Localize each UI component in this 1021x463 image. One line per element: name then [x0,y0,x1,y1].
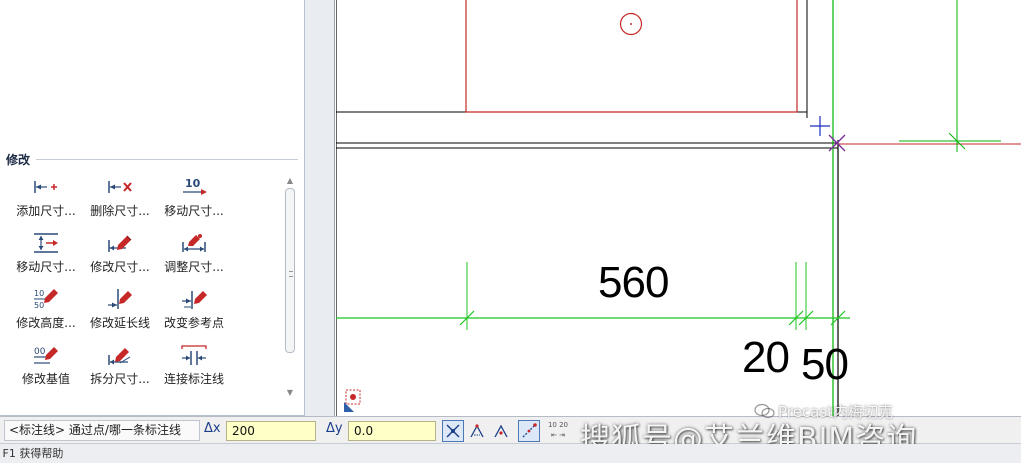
direction-arrows-icon [446,424,460,438]
modify-height-button[interactable]: 10 50 修改高度... [8,286,84,336]
tool-label: 改变参考点 [163,316,224,330]
wall-outline-red [465,0,798,113]
dx-label: Δx [204,421,221,436]
join-dimension-line-button[interactable]: 连接标注线 [156,342,232,392]
drawing-canvas[interactable]: 560 20 50 [336,0,1021,416]
delete-dimension-point-icon [105,174,135,200]
split-dimension-button[interactable]: 拆分尺寸... [82,342,158,392]
split-dimension-icon [105,342,135,368]
plan-drawing [336,0,1021,416]
change-reference-point-icon [179,286,209,312]
dx-input[interactable] [226,421,316,441]
tool-label: 修改高度... [16,316,76,330]
move-dimension-text-button[interactable]: 10 移动尺寸... [156,174,232,224]
snap-diagonal-button[interactable] [518,420,540,442]
stepper-arrows-icon: ⇤ ⇥ [551,431,565,439]
direction-peak-icon [494,424,508,438]
add-dimension-point-button[interactable]: 添加尺寸... [8,174,84,224]
tool-label: 修改延长线 [89,316,150,330]
modify-section-header[interactable]: 修改 [6,150,298,168]
add-dimension-point-icon [31,174,61,200]
modify-extension-line-icon [105,286,135,312]
scroll-thumb[interactable] [285,188,295,353]
modify-height-icon: 10 50 [31,286,61,312]
snap-direction-up-button[interactable] [466,420,488,442]
reference-center-dot [630,23,632,25]
tool-label: 修改基值 [21,372,70,386]
modify-base-value-icon: 00 [31,342,61,368]
move-dimension-text-icon: 10 [179,174,209,200]
change-reference-point-button[interactable]: 改变参考点 [156,286,232,336]
spacing-stepper[interactable]: 10 20 ⇤ ⇥ [546,420,570,442]
tool-label: 调整尺寸... [164,260,224,274]
dy-input[interactable] [348,421,436,441]
dimension-text-20[interactable]: 20 [742,333,790,383]
tool-label: 移动尺寸... [16,260,76,274]
tool-label: 移动尺寸... [164,204,224,218]
adjust-dimension-icon [179,230,209,256]
modify-base-value-button[interactable]: 00 修改基值 [8,342,84,392]
snap-settings-icon[interactable] [344,388,364,412]
scroll-grip-icon [289,271,293,277]
tool-label: 拆分尺寸... [90,372,150,386]
scroll-up-arrow-icon[interactable]: ▲ [284,176,296,186]
delete-dimension-point-button[interactable]: 删除尺寸... [82,174,158,224]
tool-label: 连接标注线 [163,372,224,386]
scroll-down-arrow-icon[interactable]: ▼ [284,388,296,398]
modify-dimension-pencil-icon [105,230,135,256]
palette-panel: 修改 添加尺寸... 删除尺寸... 10 移动尺寸... 移动尺寸... 修改… [0,0,305,416]
icon-text-top: 10 [34,289,44,298]
stepper-label: 10 20 [547,421,569,429]
direction-up-icon [470,424,484,438]
move-dimension-line-icon [31,230,61,256]
modify-extension-line-button[interactable]: 修改延长线 [82,286,158,336]
join-dimension-line-icon [179,342,209,368]
snap-direction-peak-button[interactable] [490,420,512,442]
snap-direction-all-button[interactable] [442,420,464,442]
palette-side-strip [305,0,335,416]
palette-scrollbar[interactable]: ▲ ▼ [284,176,296,398]
tool-label: 删除尺寸... [90,204,150,218]
dimension-text-50[interactable]: 50 [801,340,849,390]
command-prompt: <标注线> 通过点/哪一条标注线 [4,420,200,441]
icon-text-bottom: 50 [34,301,44,310]
section-divider [36,158,298,160]
dy-label: Δy [326,421,343,436]
dimension-text-560[interactable]: 560 [598,258,669,308]
icon-text: 00 [34,347,46,357]
tool-label: 添加尺寸... [16,204,76,218]
icon-text: 10 [185,177,201,190]
status-text: 按 F1 获得帮助 [0,447,64,460]
modify-dimension-button[interactable]: 修改尺寸... [82,230,158,280]
section-title: 修改 [6,152,31,167]
status-bar: 按 F1 获得帮助 [0,444,1021,463]
tool-palette: 修改 添加尺寸... 删除尺寸... 10 移动尺寸... 移动尺寸... 修改… [0,0,335,416]
diagonal-snap-icon [522,423,537,438]
adjust-dimension-button[interactable]: 调整尺寸... [156,230,232,280]
tool-label: 修改尺寸... [90,260,150,274]
move-dimension-line-button[interactable]: 移动尺寸... [8,230,84,280]
